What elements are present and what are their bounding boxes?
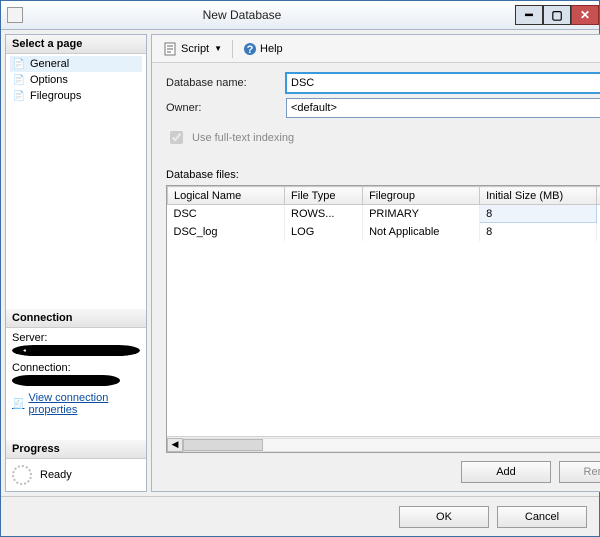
sidebar-item-label: Options	[30, 74, 68, 86]
fulltext-label: Use full-text indexing	[192, 132, 294, 144]
grid-header-row: Logical Name File Type Filegroup Initial…	[168, 187, 600, 205]
sidebar-item-general[interactable]: 📄 General	[10, 56, 142, 72]
cell-filetype[interactable]: LOG	[285, 223, 363, 241]
script-button[interactable]: Script ▼	[160, 40, 226, 58]
maximize-button[interactable]: ▢	[543, 5, 571, 25]
progress-heading: Progress	[6, 440, 146, 459]
view-connection-link[interactable]: 🧾 View connection properties	[12, 392, 140, 416]
close-button[interactable]: ✕	[571, 5, 599, 25]
server-value-redacted	[12, 345, 140, 356]
page-icon: 📄	[12, 57, 26, 71]
connection-value-redacted	[12, 375, 120, 386]
script-icon	[164, 42, 178, 56]
table-row[interactable]: DSC_log LOG Not Applicable 8 By 64 MB, U…	[168, 223, 600, 241]
fulltext-checkbox: Use full-text indexing	[166, 128, 600, 147]
owner-input[interactable]	[286, 98, 600, 118]
dropdown-arrow-icon: ▼	[214, 44, 222, 53]
minimize-button[interactable]: ━	[515, 5, 543, 25]
window-title: New Database	[0, 8, 515, 22]
scroll-left-button[interactable]: ◀	[167, 438, 183, 452]
dbname-label: Database name:	[166, 77, 286, 89]
cancel-button[interactable]: Cancel	[497, 506, 587, 528]
cell-filegroup[interactable]: PRIMARY	[363, 205, 480, 223]
owner-label: Owner:	[166, 102, 286, 114]
files-grid[interactable]: Logical Name File Type Filegroup Initial…	[166, 185, 600, 453]
title-bar: New Database ━ ▢ ✕	[1, 1, 599, 30]
help-icon: ?	[243, 42, 257, 56]
sidebar-item-label: Filegroups	[30, 90, 81, 102]
ok-button[interactable]: OK	[399, 506, 489, 528]
remove-button: Remove	[559, 461, 600, 483]
properties-icon: 🧾	[12, 397, 24, 411]
connection-label: Connection:	[12, 362, 140, 374]
cell-logical[interactable]: DSC_log	[168, 223, 285, 241]
database-files-label: Database files:	[166, 169, 600, 181]
col-initial-size[interactable]: Initial Size (MB)	[480, 187, 597, 205]
fulltext-checkbox-input	[170, 131, 183, 144]
col-filegroup[interactable]: Filegroup	[363, 187, 480, 205]
add-button[interactable]: Add	[461, 461, 551, 483]
svg-text:?: ?	[247, 44, 254, 56]
main-panel: Script ▼ ? Help Database name: Owner:	[151, 34, 600, 492]
horizontal-scrollbar[interactable]: ◀ ▶	[167, 436, 600, 452]
help-button[interactable]: ? Help	[239, 40, 287, 58]
col-logical-name[interactable]: Logical Name	[168, 187, 285, 205]
cell-size[interactable]: 8	[480, 223, 597, 241]
sidebar: Select a page 📄 General 📄 Options 📄 File…	[5, 34, 147, 492]
cell-filegroup[interactable]: Not Applicable	[363, 223, 480, 241]
cell-size[interactable]: 8	[480, 205, 597, 223]
view-connection-label: View connection properties	[28, 392, 140, 416]
scroll-track[interactable]	[183, 438, 600, 452]
sidebar-item-filegroups[interactable]: 📄 Filegroups	[10, 88, 142, 104]
progress-status: Ready	[40, 469, 72, 481]
dbname-input[interactable]	[286, 73, 600, 93]
table-row[interactable]: DSC ROWS... PRIMARY 8 By 64 MB, Unlimite…	[168, 205, 600, 223]
page-icon: 📄	[12, 73, 26, 87]
server-label: Server:	[12, 332, 140, 344]
sidebar-item-options[interactable]: 📄 Options	[10, 72, 142, 88]
cell-logical[interactable]: DSC	[168, 205, 285, 223]
connection-heading: Connection	[6, 309, 146, 328]
scroll-thumb[interactable]	[183, 439, 263, 451]
cell-filetype[interactable]: ROWS...	[285, 205, 363, 223]
progress-spinner-icon	[12, 465, 32, 485]
toolbar: Script ▼ ? Help	[152, 35, 600, 63]
help-label: Help	[260, 43, 283, 55]
dialog-buttons: OK Cancel	[1, 496, 599, 536]
page-icon: 📄	[12, 89, 26, 103]
select-page-heading: Select a page	[6, 35, 146, 54]
sidebar-item-label: General	[30, 58, 69, 70]
script-label: Script	[181, 43, 209, 55]
window: New Database ━ ▢ ✕ Select a page 📄 Gener…	[0, 0, 600, 537]
col-file-type[interactable]: File Type	[285, 187, 363, 205]
